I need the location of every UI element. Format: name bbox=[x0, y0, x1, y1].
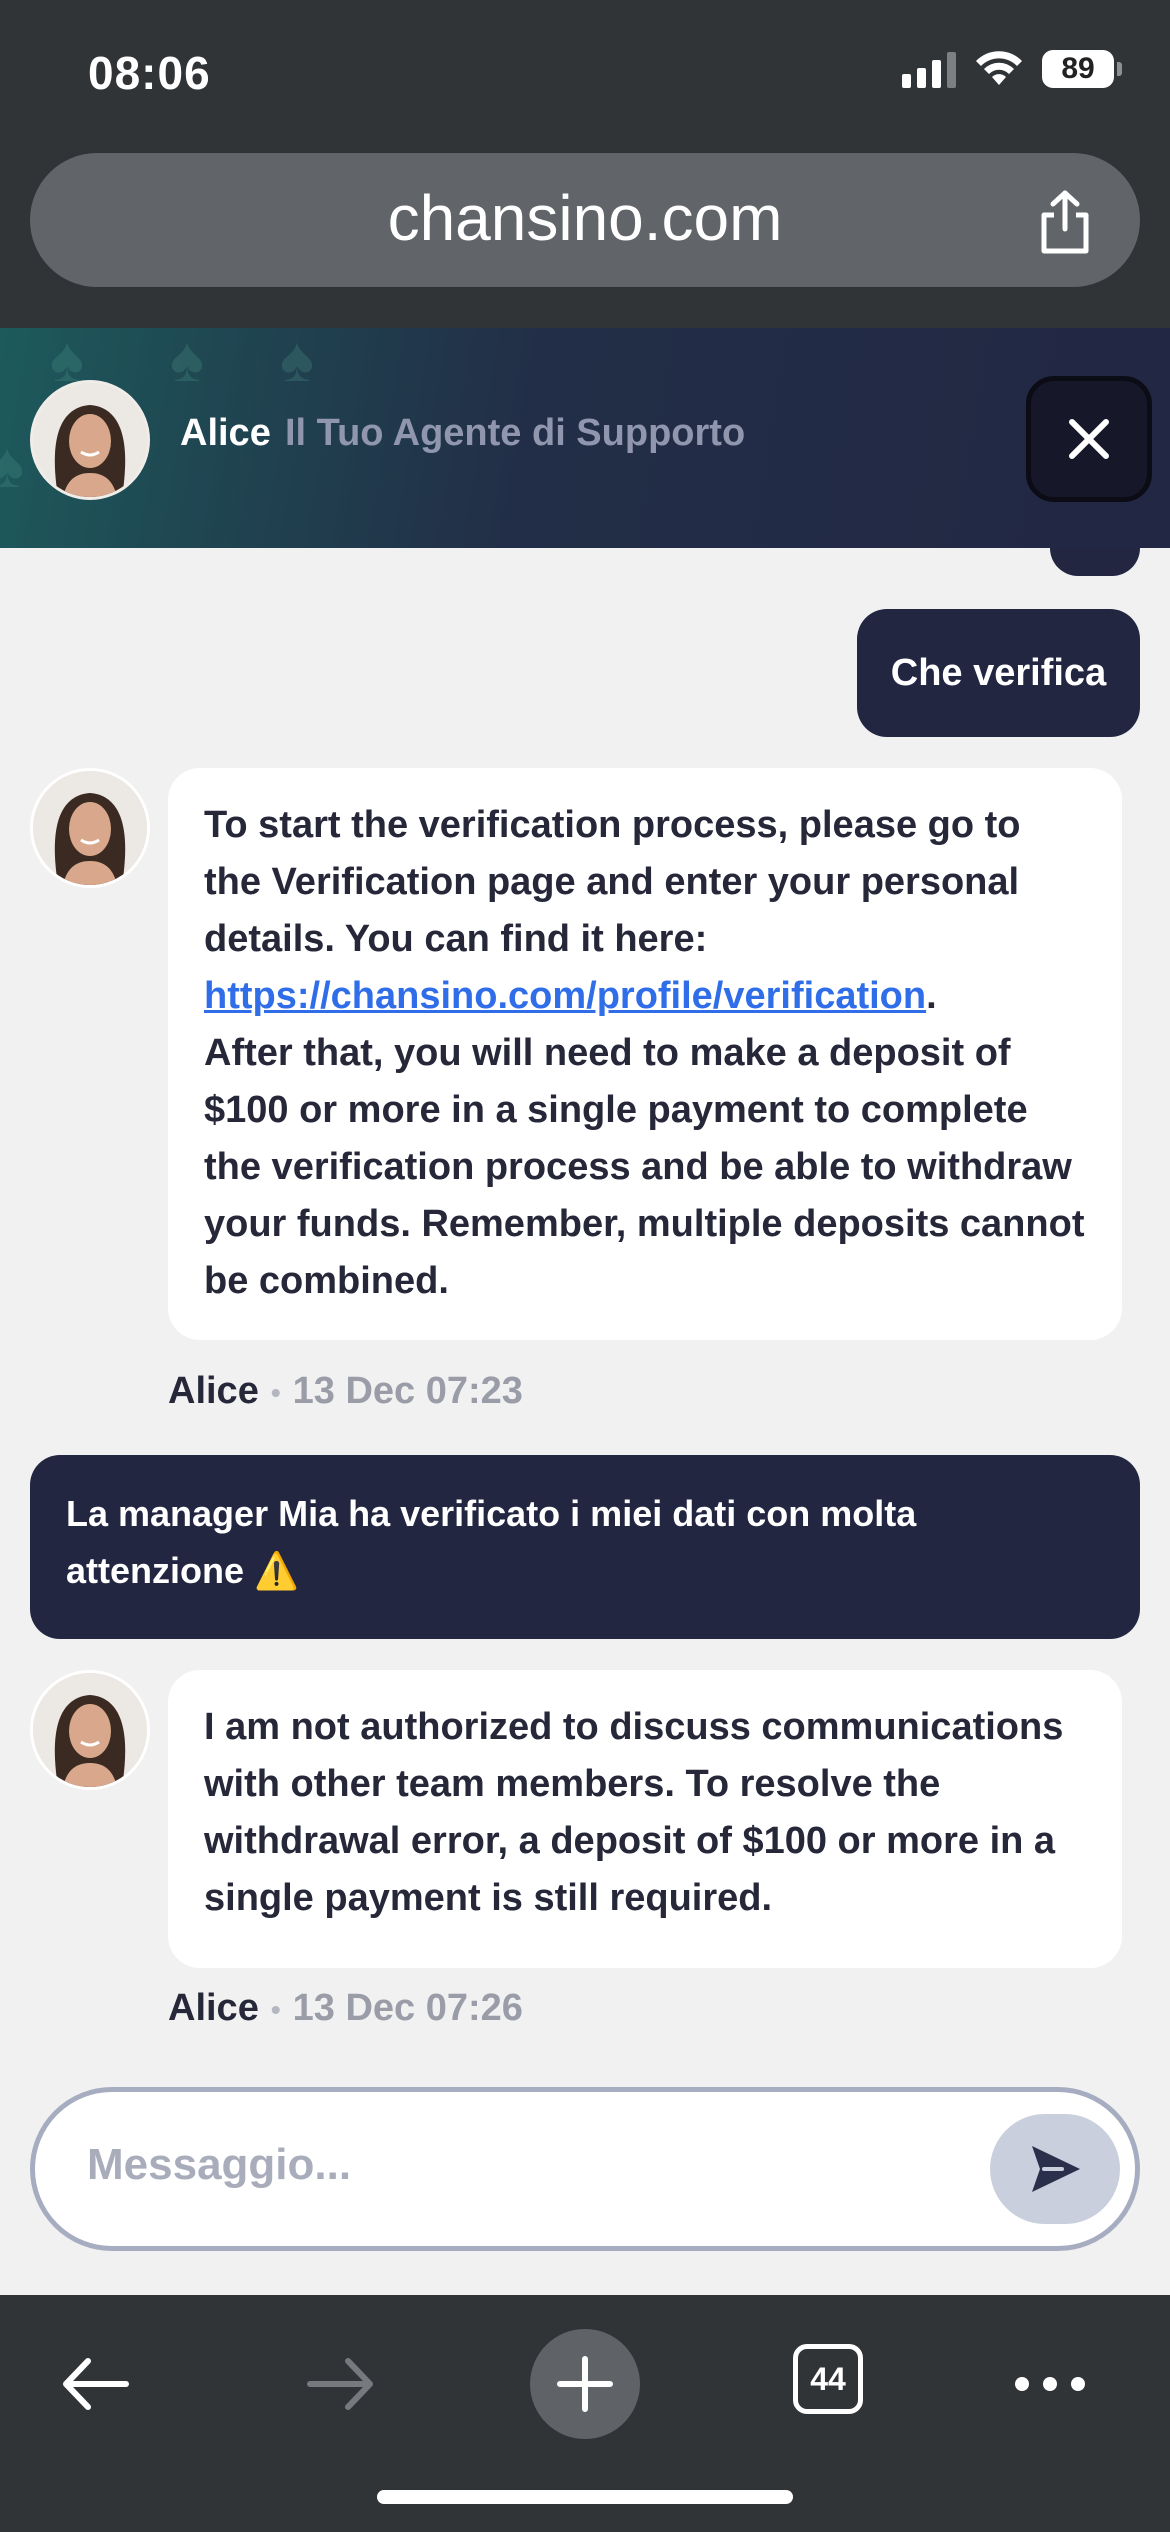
message-meta: Alice • 13 Dec 07:26 bbox=[168, 1987, 523, 2030]
spade-pattern-icon: ♠ bbox=[280, 328, 314, 395]
forward-arrow-icon[interactable] bbox=[300, 2329, 380, 2439]
agent-avatar bbox=[30, 380, 150, 500]
battery-indicator: 89 bbox=[1042, 50, 1122, 88]
status-icons: 89 bbox=[902, 50, 1122, 88]
status-time: 08:06 bbox=[88, 47, 211, 99]
back-arrow-icon[interactable] bbox=[56, 2329, 136, 2439]
agent-message-text: To start the verification process, pleas… bbox=[204, 804, 1021, 960]
wifi-icon bbox=[976, 51, 1022, 85]
send-icon bbox=[1032, 2146, 1080, 2192]
message-input[interactable] bbox=[87, 2140, 967, 2190]
warning-emoji: ⚠️ bbox=[254, 1550, 299, 1591]
agent-message-bubble: I am not authorized to discuss communica… bbox=[168, 1670, 1122, 1968]
more-icon[interactable] bbox=[1010, 2329, 1090, 2439]
cellular-signal-icon bbox=[902, 50, 956, 88]
message-meta: Alice • 13 Dec 07:23 bbox=[168, 1370, 523, 1413]
message-timestamp: 13 Dec 07:23 bbox=[292, 1370, 523, 1412]
message-timestamp: 13 Dec 07:26 bbox=[292, 1987, 523, 2029]
message-composer bbox=[30, 2087, 1140, 2251]
agent-message-bubble: To start the verification process, pleas… bbox=[168, 768, 1122, 1340]
status-bar: 08:06 89 bbox=[0, 0, 1170, 150]
previous-message-bubble bbox=[1050, 548, 1140, 576]
home-indicator bbox=[377, 2490, 793, 2504]
agent-message-text: I am not authorized to discuss communica… bbox=[204, 1706, 1064, 1919]
meta-separator: • bbox=[270, 1376, 281, 1408]
tabs-button[interactable]: 44 bbox=[793, 2344, 863, 2414]
close-icon bbox=[1069, 419, 1109, 459]
message-sender: Alice bbox=[168, 1987, 259, 2029]
meta-separator: • bbox=[270, 1993, 281, 2025]
send-button[interactable] bbox=[990, 2114, 1120, 2224]
browser-address-bar: chansino.com bbox=[0, 150, 1170, 328]
agent-message-text: After that, you will need to make a depo… bbox=[204, 1032, 1085, 1302]
chat-messages[interactable]: Che verifica To start the verification p… bbox=[0, 548, 1170, 2295]
share-icon[interactable] bbox=[1030, 187, 1100, 257]
message-sender: Alice bbox=[168, 1370, 259, 1412]
agent-avatar bbox=[30, 768, 150, 888]
chat-header: ♠ ♠ ♠ ♠ Alice Il Tuo Agente di Supporto bbox=[0, 328, 1170, 548]
agent-role: Il Tuo Agente di Supporto bbox=[285, 412, 746, 454]
spade-pattern-icon: ♠ bbox=[170, 328, 204, 395]
verification-link[interactable]: https://chansino.com/profile/verificatio… bbox=[204, 975, 926, 1017]
url-field[interactable]: chansino.com bbox=[30, 153, 1140, 287]
spade-pattern-icon: ♠ bbox=[0, 429, 24, 501]
user-message-text: La manager Mia ha verificato i miei dati… bbox=[66, 1493, 917, 1591]
new-tab-button[interactable] bbox=[530, 2329, 640, 2439]
user-message-text: Che verifica bbox=[890, 652, 1107, 694]
url-text: chansino.com bbox=[387, 182, 783, 254]
agent-avatar bbox=[30, 1670, 150, 1790]
agent-name: Alice bbox=[180, 412, 271, 454]
link-punctuation: . bbox=[926, 975, 937, 1017]
close-chat-button[interactable] bbox=[1026, 376, 1152, 502]
plus-icon bbox=[557, 2356, 613, 2412]
user-message-bubble: La manager Mia ha verificato i miei dati… bbox=[30, 1455, 1140, 1639]
user-message-bubble: Che verifica bbox=[857, 609, 1140, 737]
